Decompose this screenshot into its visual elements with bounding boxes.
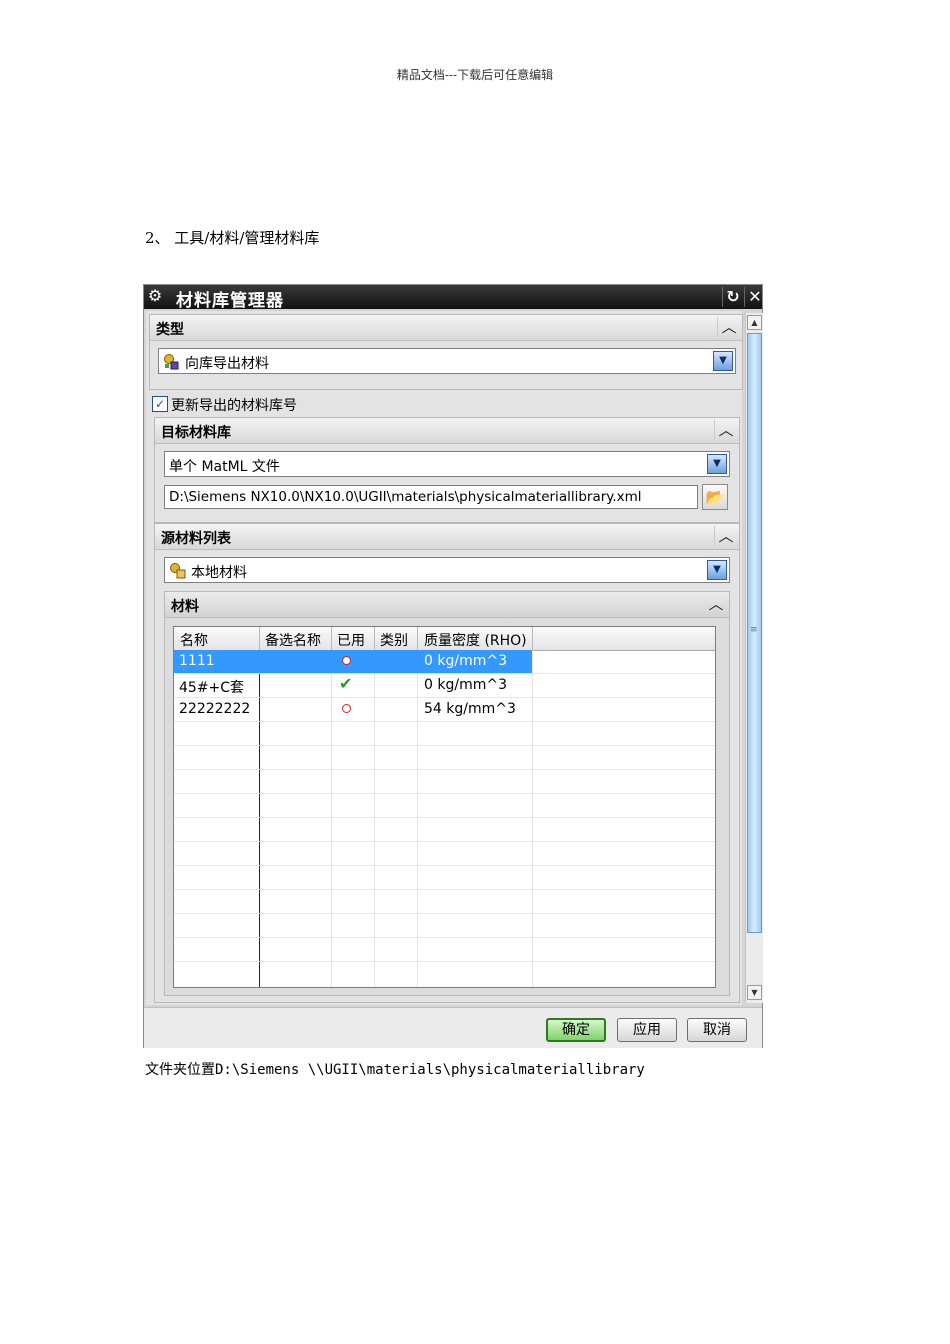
- material-name: 1111: [179, 653, 215, 669]
- collapse-icon[interactable]: ︿: [717, 317, 740, 337]
- source-select-value: 本地材料: [191, 565, 247, 581]
- table-header: 名称 备选名称 已用 类别 质量密度 (RHO): [174, 627, 715, 651]
- table-row-empty: [174, 890, 715, 914]
- target-path-value: D:\Siemens NX10.0\NX10.0\UGII\materials\…: [169, 489, 642, 505]
- cancel-button[interactable]: 取消: [687, 1018, 747, 1042]
- ok-button[interactable]: 确定: [546, 1018, 606, 1042]
- type-group: 类型 ︿ 向库导出材料 ▼: [149, 314, 743, 390]
- close-icon[interactable]: ✕: [744, 287, 765, 307]
- target-format-select[interactable]: 单个 MatML 文件 ▼: [164, 451, 730, 477]
- dialog-scrollbar[interactable]: ▲ ≡ ▼: [745, 313, 763, 1003]
- table-row-empty: [174, 722, 715, 746]
- not-used-icon: [342, 704, 351, 713]
- column-header-name[interactable]: 名称: [180, 630, 208, 650]
- dialog-titlebar[interactable]: ⚙ 材料库管理器 ↻ ✕: [144, 285, 765, 311]
- grip-icon: ≡: [750, 625, 758, 635]
- export-material-icon: [164, 354, 179, 370]
- chevron-down-icon[interactable]: ▼: [713, 351, 733, 371]
- page-header-note: 精品文档---下载后可任意编辑: [396, 68, 554, 82]
- target-format-value: 单个 MatML 文件: [169, 459, 280, 475]
- table-row-empty: [174, 842, 715, 866]
- gear-icon[interactable]: ⚙: [146, 287, 164, 305]
- table-row-empty: [174, 770, 715, 794]
- table-row[interactable]: 45#+C套 ✔ 0 kg/mm^3: [174, 674, 715, 698]
- target-library-group: 目标材料库 ︿ 单个 MatML 文件 ▼ D:\Siemens NX10.0\…: [154, 417, 740, 523]
- chevron-down-icon[interactable]: ▼: [707, 560, 727, 580]
- table-row-empty: [174, 866, 715, 890]
- collapse-icon[interactable]: ︿: [714, 420, 737, 440]
- material-name: 22222222: [179, 701, 251, 717]
- step-text: 2、 工具/材料/管理材料库: [145, 229, 320, 247]
- materials-group-label: 材料: [171, 599, 199, 615]
- column-header-alt-name[interactable]: 备选名称: [265, 630, 321, 650]
- update-library-number-label: 更新导出的材料库号: [171, 398, 297, 414]
- materials-group-header[interactable]: 材料 ︿: [165, 592, 729, 618]
- table-row-empty: [174, 818, 715, 842]
- target-library-group-header[interactable]: 目标材料库 ︿: [155, 418, 739, 444]
- material-density: 0 kg/mm^3: [424, 677, 507, 693]
- chevron-down-icon[interactable]: ▼: [707, 454, 727, 474]
- source-material-list-header[interactable]: 源材料列表 ︿: [155, 524, 739, 550]
- source-material-list-label: 源材料列表: [161, 531, 231, 547]
- scroll-up-icon[interactable]: ▲: [747, 315, 762, 330]
- local-material-icon: [170, 563, 186, 579]
- material-density: 54 kg/mm^3: [424, 701, 516, 717]
- table-row[interactable]: 1111 0 kg/mm^3: [174, 650, 715, 674]
- collapse-icon[interactable]: ︿: [705, 594, 727, 614]
- apply-button[interactable]: 应用: [617, 1018, 677, 1042]
- column-header-category[interactable]: 类别: [380, 630, 408, 650]
- dialog-footer: 确定 应用 取消: [144, 1007, 762, 1048]
- column-header-used[interactable]: 已用: [337, 630, 365, 650]
- type-group-label: 类型: [156, 322, 184, 338]
- type-select-value: 向库导出材料: [185, 356, 269, 372]
- type-group-header[interactable]: 类型 ︿: [150, 315, 742, 341]
- update-library-number-checkbox[interactable]: ✓: [152, 396, 168, 412]
- folder-icon: 📂: [705, 488, 725, 506]
- table-row-empty: [174, 794, 715, 818]
- scroll-down-icon[interactable]: ▼: [747, 985, 762, 1000]
- source-select[interactable]: 本地材料 ▼: [164, 557, 730, 583]
- collapse-icon[interactable]: ︿: [714, 526, 737, 546]
- material-density: 0 kg/mm^3: [424, 653, 507, 669]
- not-used-icon: [342, 656, 351, 665]
- reset-icon[interactable]: ↻: [722, 287, 743, 307]
- used-check-icon: ✔: [339, 674, 353, 693]
- target-path-input[interactable]: D:\Siemens NX10.0\NX10.0\UGII\materials\…: [164, 485, 698, 509]
- table-row-empty: [174, 938, 715, 962]
- materials-table[interactable]: 名称 备选名称 已用 类别 质量密度 (RHO) 1111 0 kg/mm^3 …: [173, 626, 716, 988]
- dialog-title: 材料库管理器: [176, 291, 284, 311]
- column-header-density[interactable]: 质量密度 (RHO): [424, 630, 527, 650]
- browse-folder-button[interactable]: 📂: [702, 484, 728, 510]
- table-row-empty: [174, 746, 715, 770]
- material-name: 45#+C套: [179, 680, 245, 696]
- table-row-empty: [174, 914, 715, 938]
- folder-location-caption: 文件夹位置D:\Siemens \\UGII\materials\physica…: [145, 1062, 645, 1078]
- table-row[interactable]: 22222222 54 kg/mm^3: [174, 698, 715, 722]
- target-library-group-label: 目标材料库: [161, 425, 231, 441]
- type-select[interactable]: 向库导出材料 ▼: [158, 348, 736, 374]
